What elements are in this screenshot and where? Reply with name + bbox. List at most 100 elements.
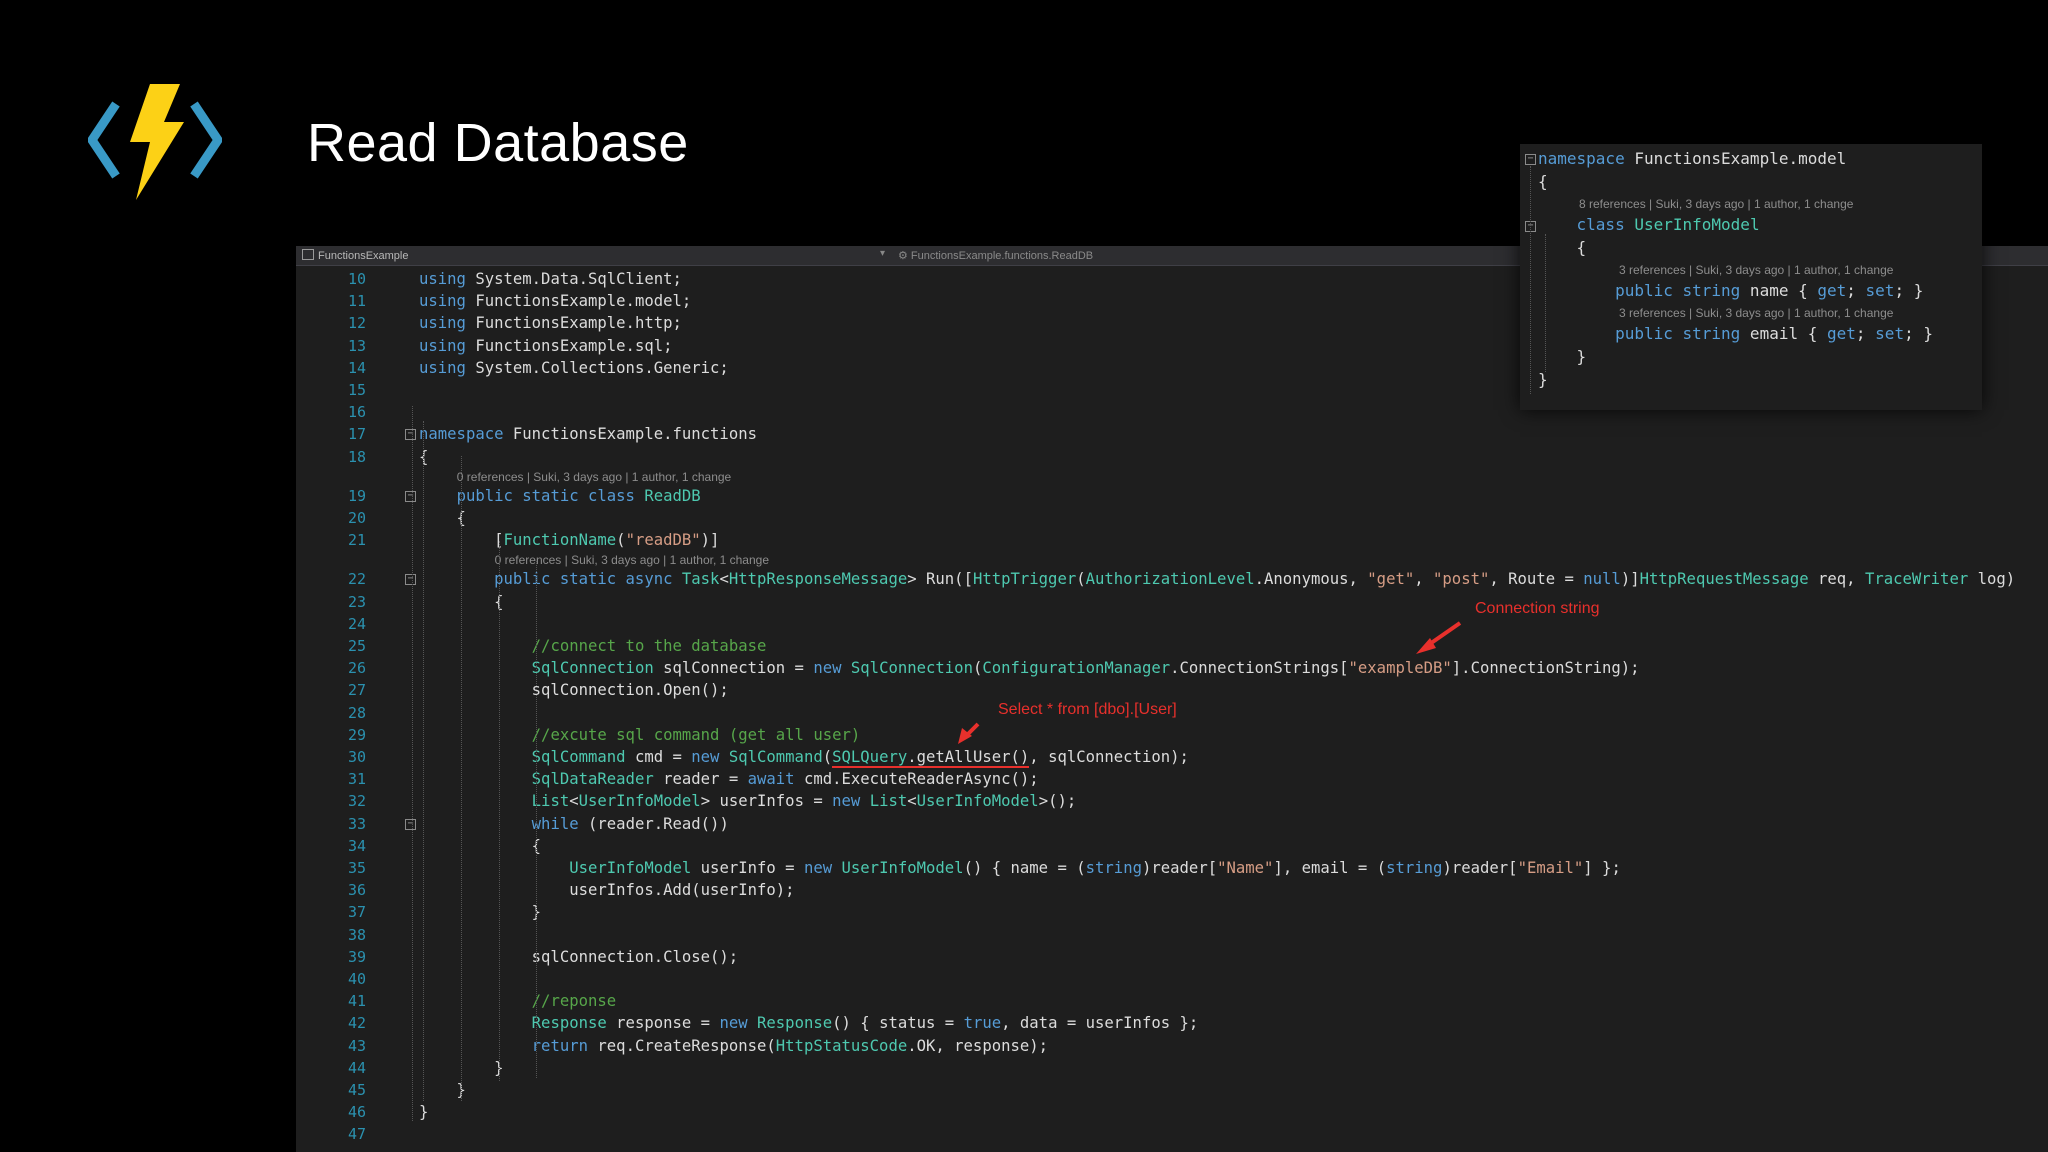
code-token: .Anonymous,	[1254, 570, 1368, 589]
code-token: )reader[	[1141, 859, 1218, 877]
code-line[interactable]: 31 SqlDataReader reader = await cmd.Exec…	[296, 768, 2048, 790]
collapse-icon[interactable]: −	[405, 429, 416, 441]
code-token: Task	[681, 570, 720, 589]
code-line[interactable]: 43 return req.CreateResponse(HttpStatusC…	[296, 1035, 2048, 1057]
code-line[interactable]: 34 {	[296, 835, 2048, 857]
code-line[interactable]: 41 //reponse	[296, 990, 2048, 1012]
line-number: 41	[347, 992, 366, 1011]
code-token: using	[419, 314, 466, 333]
code-token: sqlConnection =	[653, 659, 814, 678]
code-token: sqlConnection.Open();	[419, 681, 729, 700]
code-token: > Run([	[907, 570, 973, 589]
code-token: FunctionsExample.http;	[465, 314, 682, 333]
code-line[interactable]: 45 }	[296, 1079, 2048, 1101]
code-token: SQLQuery	[832, 748, 908, 768]
collapse-icon[interactable]: −	[405, 818, 416, 830]
code-line[interactable]: 17 namespace FunctionsExample.functions −	[296, 423, 2048, 445]
code-line[interactable]: 38	[296, 924, 2048, 946]
class-dropdown[interactable]: ⚙ FunctionsExample.functions.ReadDB	[898, 249, 1093, 262]
code-token: UserInfoModel	[841, 859, 964, 877]
code-text: using System.Data.SqlClient;	[419, 268, 682, 290]
code-line[interactable]: 27 sqlConnection.Open();	[296, 679, 2048, 701]
code-line[interactable]: 44 }	[296, 1057, 2048, 1079]
indent-guide	[1545, 234, 1546, 372]
code-text: List<UserInfoModel> userInfos = new List…	[419, 790, 1077, 812]
code-token: }	[419, 1081, 466, 1099]
code-text: }	[419, 1101, 428, 1123]
code-token: )reader[	[1442, 859, 1518, 877]
code-token: )]	[1620, 570, 1640, 589]
code-token: req.CreateResponse(	[588, 1036, 776, 1055]
code-token: response =	[606, 1014, 720, 1033]
code-token: new	[803, 859, 833, 877]
code-token: ,	[1414, 570, 1434, 589]
codelens-info[interactable]: 3 references | Suki, 3 days ago | 1 auth…	[1619, 263, 1893, 277]
code-line[interactable]: 21 [FunctionName("readDB")]	[296, 529, 2048, 551]
collapse-icon[interactable]: −	[1525, 154, 1536, 165]
code-token: new	[832, 792, 861, 811]
code-token: () { name = (	[963, 859, 1086, 877]
code-token: await	[747, 770, 795, 789]
code-line[interactable]: 32 List<UserInfoModel> userInfos = new L…	[296, 790, 2048, 812]
code-text: SqlDataReader reader = await cmd.Execute…	[419, 768, 1039, 790]
code-line[interactable]: 29 //excute sql command (get all user)	[296, 724, 2048, 746]
indent-guide	[412, 406, 413, 1121]
code-line[interactable]: 47	[296, 1123, 2048, 1145]
code-line[interactable]: 20 {	[296, 507, 2048, 529]
code-token: (	[616, 531, 626, 550]
code-token: return	[531, 1036, 589, 1055]
code-token: log)	[1968, 570, 2016, 589]
code-line[interactable]: 19 public static class ReadDB −	[296, 485, 2048, 507]
code-line[interactable]: 22 public static async Task<HttpResponse…	[296, 568, 2048, 590]
code-token: .ConnectionStrings[	[1170, 659, 1349, 678]
code-token: HttpTrigger	[972, 570, 1077, 589]
chevron-down-icon[interactable]: ▾	[880, 248, 885, 259]
code-line[interactable]: 23 {	[296, 591, 2048, 613]
code-token: public string	[1615, 281, 1741, 300]
codelens-info[interactable]: 0 references | Suki, 3 days ago | 1 auth…	[457, 470, 731, 484]
code-line[interactable]: 37 }	[296, 901, 2048, 923]
code-token: UserInfoModel	[569, 859, 692, 877]
line-number: 30	[347, 748, 366, 766]
line-number: 31	[347, 770, 366, 789]
code-line[interactable]: 33 while (reader.Read()) −	[296, 813, 2048, 835]
line-number: 21	[347, 531, 366, 550]
code-line[interactable]: 25 //connect to the database	[296, 635, 2048, 657]
code-token: UserInfoModel	[1634, 215, 1760, 234]
code-line[interactable]: 42 Response response = new Response() { …	[296, 1012, 2048, 1034]
code-text: public static async Task<HttpResponseMes…	[419, 568, 2015, 590]
code-text: using System.Collections.Generic;	[419, 357, 729, 379]
code-line[interactable]: 18{	[296, 446, 2048, 468]
code-token: Response	[531, 1014, 607, 1033]
code-line[interactable]: 40	[296, 968, 2048, 990]
code-token: ConfigurationManager	[982, 659, 1171, 678]
code-line[interactable]: 46}	[296, 1101, 2048, 1123]
codelens-info[interactable]: 8 references | Suki, 3 days ago | 1 auth…	[1579, 197, 1853, 211]
code-token: public static async	[494, 570, 673, 589]
code-line[interactable]: 36 userInfos.Add(userInfo);	[296, 879, 2048, 901]
class-icon: ⚙	[898, 250, 911, 262]
code-token: new	[691, 748, 720, 766]
code-line[interactable]: 39 sqlConnection.Close();	[296, 946, 2048, 968]
code-token: (	[972, 659, 983, 678]
code-line[interactable]: 30 SqlCommand cmd = new SqlCommand(SQLQu…	[296, 746, 2048, 768]
line-number: 15	[347, 381, 366, 399]
code-token: .OK, response);	[907, 1036, 1049, 1055]
line-number: 33	[347, 814, 366, 833]
code-token: HttpRequestMessage	[1639, 570, 1809, 589]
code-line[interactable]: 35 UserInfoModel userInfo = new UserInfo…	[296, 857, 2048, 879]
codelens-info[interactable]: 3 references | Suki, 3 days ago | 1 auth…	[1619, 306, 1893, 320]
collapse-icon[interactable]: −	[405, 574, 416, 586]
code-token: true	[963, 1014, 1002, 1033]
project-dropdown[interactable]: FunctionsExample	[302, 249, 409, 262]
code-line[interactable]: 24	[296, 613, 2048, 635]
code-line[interactable]: 26 SqlConnection sqlConnection = new Sql…	[296, 657, 2048, 679]
line-number: 11	[347, 292, 366, 311]
collapse-icon[interactable]: −	[405, 490, 416, 502]
